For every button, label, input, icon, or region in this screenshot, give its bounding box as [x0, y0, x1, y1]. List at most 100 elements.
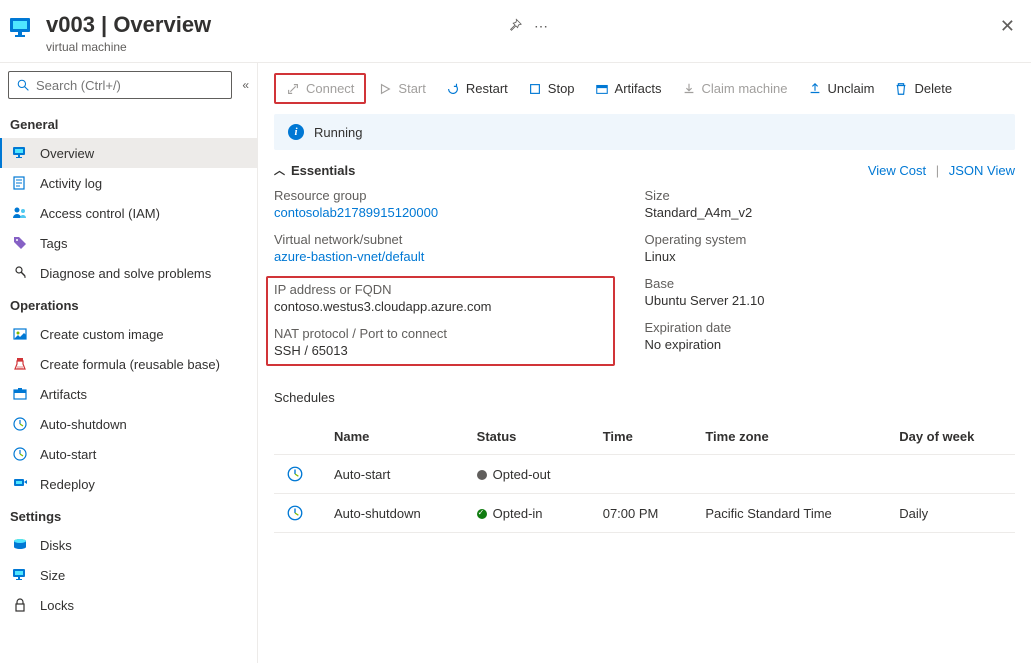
restart-icon — [446, 82, 460, 96]
col-dow: Day of week — [887, 419, 1015, 455]
expiration-label: Expiration date — [645, 320, 1016, 335]
stop-button[interactable]: Stop — [520, 77, 583, 100]
col-name: Name — [322, 419, 465, 455]
search-input[interactable] — [8, 71, 232, 99]
vm-icon — [8, 14, 36, 42]
nav-diagnose[interactable]: Diagnose and solve problems — [0, 258, 257, 288]
clock-icon — [286, 504, 304, 522]
resource-group-value[interactable]: contosolab21789915120000 — [274, 205, 645, 220]
collapse-sidebar-button[interactable]: « — [242, 78, 249, 92]
view-cost-link[interactable]: View Cost — [868, 163, 926, 178]
size-label: Size — [645, 188, 1016, 203]
table-row[interactable]: Auto-start Opted-out — [274, 455, 1015, 494]
toolbar: Connect Start Restart Stop Artifa — [258, 63, 1031, 114]
nav-label: Auto-shutdown — [40, 417, 127, 432]
start-icon — [378, 82, 392, 96]
stop-icon — [528, 82, 542, 96]
schedules-section: Schedules Name Status Time Time zone Day… — [258, 374, 1031, 533]
clock-icon — [286, 465, 304, 483]
clock-icon — [12, 416, 28, 432]
base-value: Ubuntu Server 21.10 — [645, 293, 1016, 308]
expiration-value: No expiration — [645, 337, 1016, 352]
nav-label: Create formula (reusable base) — [40, 357, 220, 372]
nav-auto-start[interactable]: Auto-start — [0, 439, 257, 469]
status-dot-green — [477, 509, 487, 519]
activity-log-icon — [12, 175, 28, 191]
unclaim-button[interactable]: Unclaim — [800, 77, 883, 100]
table-row[interactable]: Auto-shutdown Opted-in 07:00 PM Pacific … — [274, 494, 1015, 533]
essentials-toggle[interactable]: ︿ Essentials — [274, 162, 355, 178]
connect-button[interactable]: Connect — [278, 77, 362, 100]
start-button[interactable]: Start — [370, 77, 433, 100]
nav-overview[interactable]: Overview — [0, 138, 257, 168]
nav-label: Redeploy — [40, 477, 95, 492]
nav-tags[interactable]: Tags — [0, 228, 257, 258]
search-field[interactable] — [36, 78, 223, 93]
nav-label: Overview — [40, 146, 94, 161]
formula-icon — [12, 356, 28, 372]
nav-create-image[interactable]: Create custom image — [0, 319, 257, 349]
claim-icon — [682, 82, 696, 96]
delete-button[interactable]: Delete — [886, 77, 960, 100]
status-text: Running — [314, 125, 362, 140]
connect-icon — [286, 82, 300, 96]
vnet-value[interactable]: azure-bastion-vnet/default — [274, 249, 645, 264]
artifacts-icon — [12, 386, 28, 402]
nav-section-settings: Settings — [0, 499, 257, 530]
unclaim-icon — [808, 82, 822, 96]
redeploy-icon — [12, 476, 28, 492]
os-label: Operating system — [645, 232, 1016, 247]
nav-section-operations: Operations — [0, 288, 257, 319]
nav-disks[interactable]: Disks — [0, 530, 257, 560]
close-icon[interactable]: ✕ — [1000, 12, 1015, 37]
blade-header: v003 | Overview virtual machine ⋯ ✕ — [0, 0, 1031, 63]
diagnose-icon — [12, 265, 28, 281]
tags-icon — [12, 235, 28, 251]
nav-activity-log[interactable]: Activity log — [0, 168, 257, 198]
nav-label: Diagnose and solve problems — [40, 266, 211, 281]
status-dot-grey — [477, 470, 487, 480]
search-icon — [17, 79, 30, 92]
col-timezone: Time zone — [693, 419, 887, 455]
nav-size[interactable]: Size — [0, 560, 257, 590]
nav-auto-shutdown[interactable]: Auto-shutdown — [0, 409, 257, 439]
col-status: Status — [465, 419, 591, 455]
json-view-link[interactable]: JSON View — [949, 163, 1015, 178]
more-icon[interactable]: ⋯ — [534, 12, 548, 35]
nav-label: Size — [40, 568, 65, 583]
nav-label: Auto-start — [40, 447, 96, 462]
pin-icon[interactable] — [508, 12, 522, 32]
vnet-label: Virtual network/subnet — [274, 232, 645, 247]
status-bar: i Running — [274, 114, 1015, 150]
clock-icon — [12, 446, 28, 462]
page-title: v003 | Overview — [46, 12, 498, 38]
size-value: Standard_A4m_v2 — [645, 205, 1016, 220]
disks-icon — [12, 537, 28, 553]
os-value: Linux — [645, 249, 1016, 264]
nav-locks[interactable]: Locks — [0, 590, 257, 620]
nav-label: Create custom image — [40, 327, 164, 342]
nav-access-control[interactable]: Access control (IAM) — [0, 198, 257, 228]
nav-section-general: General — [0, 107, 257, 138]
nav-redeploy[interactable]: Redeploy — [0, 469, 257, 499]
page-subtitle: virtual machine — [46, 40, 498, 54]
nav-label: Locks — [40, 598, 74, 613]
schedules-title: Schedules — [274, 390, 1015, 405]
nav-label: Activity log — [40, 176, 102, 191]
claim-button[interactable]: Claim machine — [674, 77, 796, 100]
essentials-grid: Resource group contosolab21789915120000 … — [258, 188, 1031, 374]
nav-label: Tags — [40, 236, 67, 251]
restart-button[interactable]: Restart — [438, 77, 516, 100]
artifacts-icon — [595, 82, 609, 96]
info-icon: i — [288, 124, 304, 140]
resource-group-label: Resource group — [274, 188, 645, 203]
ip-value: contoso.westus3.cloudapp.azure.com — [274, 299, 607, 314]
vm-icon — [12, 145, 28, 161]
nav-artifacts[interactable]: Artifacts — [0, 379, 257, 409]
base-label: Base — [645, 276, 1016, 291]
chevron-up-icon: ︿ — [274, 162, 285, 178]
delete-icon — [894, 82, 908, 96]
nav-create-formula[interactable]: Create formula (reusable base) — [0, 349, 257, 379]
artifacts-button[interactable]: Artifacts — [587, 77, 670, 100]
nat-label: NAT protocol / Port to connect — [274, 326, 607, 341]
